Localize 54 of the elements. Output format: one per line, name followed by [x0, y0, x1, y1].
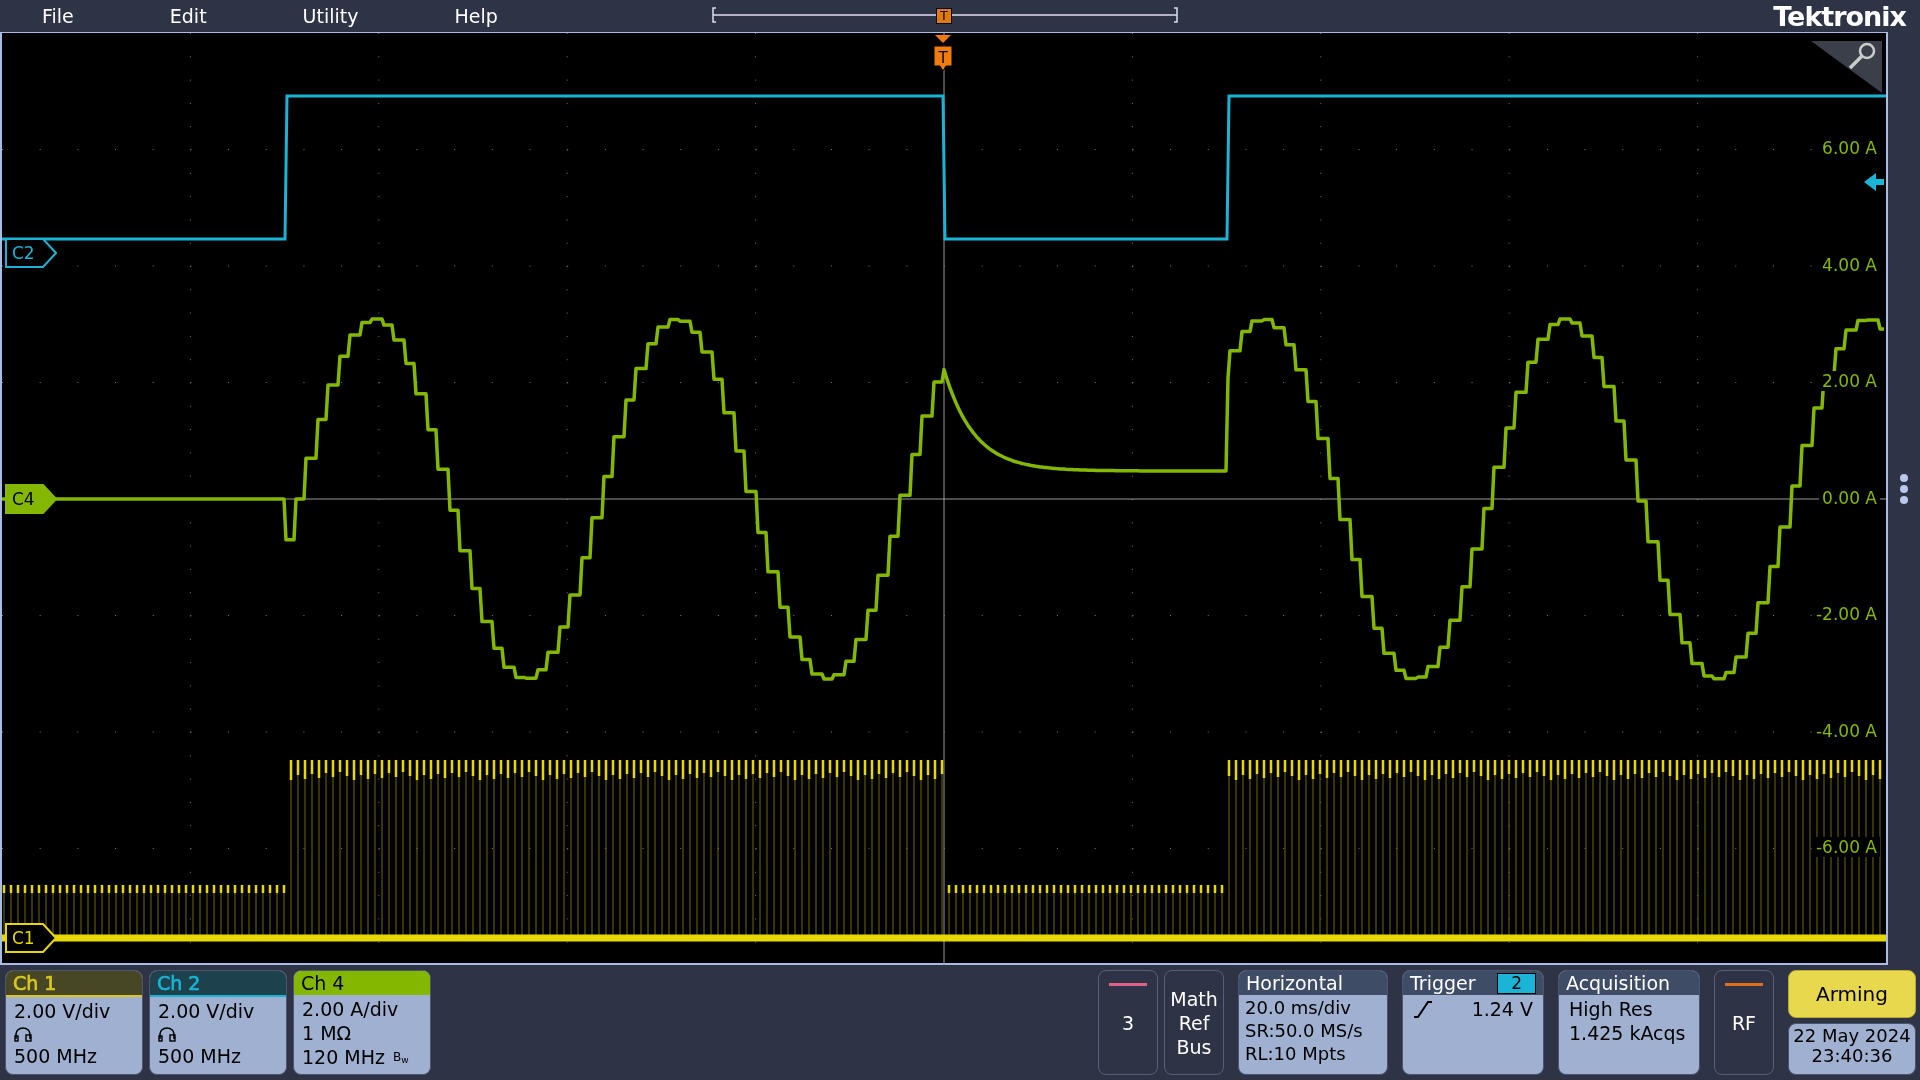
channel-setting: 500 MHz [14, 1044, 98, 1068]
channel-setting: 2.00 A/div [302, 997, 400, 1021]
channel-title: Ch 2 [157, 972, 201, 994]
menu-item[interactable]: Utility [298, 1, 363, 31]
brand-logo: Tektronix [1773, 0, 1906, 34]
tile-label: 3 [1121, 1010, 1135, 1035]
rf-button[interactable]: RF [1714, 970, 1774, 1075]
channel-setting: 1 MΩ [302, 1021, 353, 1045]
probe-icon [14, 1026, 32, 1042]
acquisition-setting: 1.425 kAcqs [1569, 1021, 1687, 1045]
trigger-marker[interactable]: T [932, 35, 954, 69]
timeline-bracket[interactable] [712, 7, 1178, 23]
scale-label: 2.00 A [1819, 371, 1880, 391]
run-status-button[interactable]: Arming [1788, 970, 1916, 1018]
horizontal-tile[interactable]: Horizontal 20.0 ms/div SR:50.0 MS/s RL:10 Mpts [1238, 970, 1388, 1075]
trigger-tile[interactable]: Trigger 2 1.24 V [1402, 970, 1544, 1075]
menu-item[interactable]: File [38, 1, 78, 31]
channel-setting: 2.00 V/div [14, 999, 112, 1023]
channel-marker[interactable]: C2 [5, 238, 57, 268]
bandwidth-limit-indicator: B$_{w}$ [392, 1049, 409, 1068]
tile-title: Trigger [1410, 971, 1476, 995]
horizontal-setting: 20.0 ms/div [1245, 996, 1352, 1019]
probe-icon [158, 1026, 176, 1042]
channel-tile[interactable]: Ch 2 2.00 V/div 500 MHz [149, 970, 287, 1075]
tile-title: Horizontal [1246, 971, 1343, 995]
trigger-level-value: 1.24 V [1471, 997, 1533, 1021]
math-ref-bus-button[interactable]: Math Ref Bus [1164, 970, 1224, 1075]
horizontal-setting: SR:50.0 MS/s [1245, 1019, 1364, 1042]
channel-setting: 500 MHz [158, 1044, 242, 1068]
acquisition-tile[interactable]: Acquisition High Res 1.425 kAcqs [1558, 970, 1700, 1075]
channel-title: Ch 1 [13, 972, 57, 994]
tile-label: Math Ref Bus [1170, 986, 1218, 1059]
channel-title: Ch 4 [301, 972, 345, 994]
acquisition-setting: High Res [1569, 997, 1654, 1021]
channel-tile[interactable]: Ch 1 2.00 V/div 500 MHz [5, 970, 143, 1075]
horizontal-setting: RL:10 Mpts [1245, 1042, 1347, 1065]
trigger-level-arrow-icon[interactable] [1864, 173, 1884, 191]
channel-tile[interactable]: Ch 4 2.00 A/div 1 MΩ 120 MHz B$_{w}$ [293, 970, 431, 1075]
menu-item[interactable]: Help [450, 1, 502, 31]
channel-3-button[interactable]: 3 [1098, 970, 1158, 1075]
trigger-source-badge: 2 [1497, 972, 1536, 994]
date-text: 22 May 2024 [1792, 1026, 1912, 1046]
time-text: 23:40:36 [1810, 1046, 1894, 1066]
tile-title: Acquisition [1566, 971, 1671, 995]
more-options-icon[interactable] [1900, 473, 1908, 504]
rising-edge-icon [1413, 1000, 1433, 1018]
channel-setting: 2.00 V/div [158, 999, 256, 1023]
menu-item[interactable]: Edit [165, 1, 211, 31]
bandwidth-value: 120 MHz [302, 1045, 385, 1069]
channel-marker[interactable]: C1 [5, 923, 57, 953]
trigger-position-marker[interactable]: T [936, 8, 952, 24]
tile-label: RF [1731, 1010, 1757, 1035]
magnifier-icon[interactable] [1811, 41, 1882, 93]
channel-marker[interactable]: C4 [5, 484, 57, 514]
